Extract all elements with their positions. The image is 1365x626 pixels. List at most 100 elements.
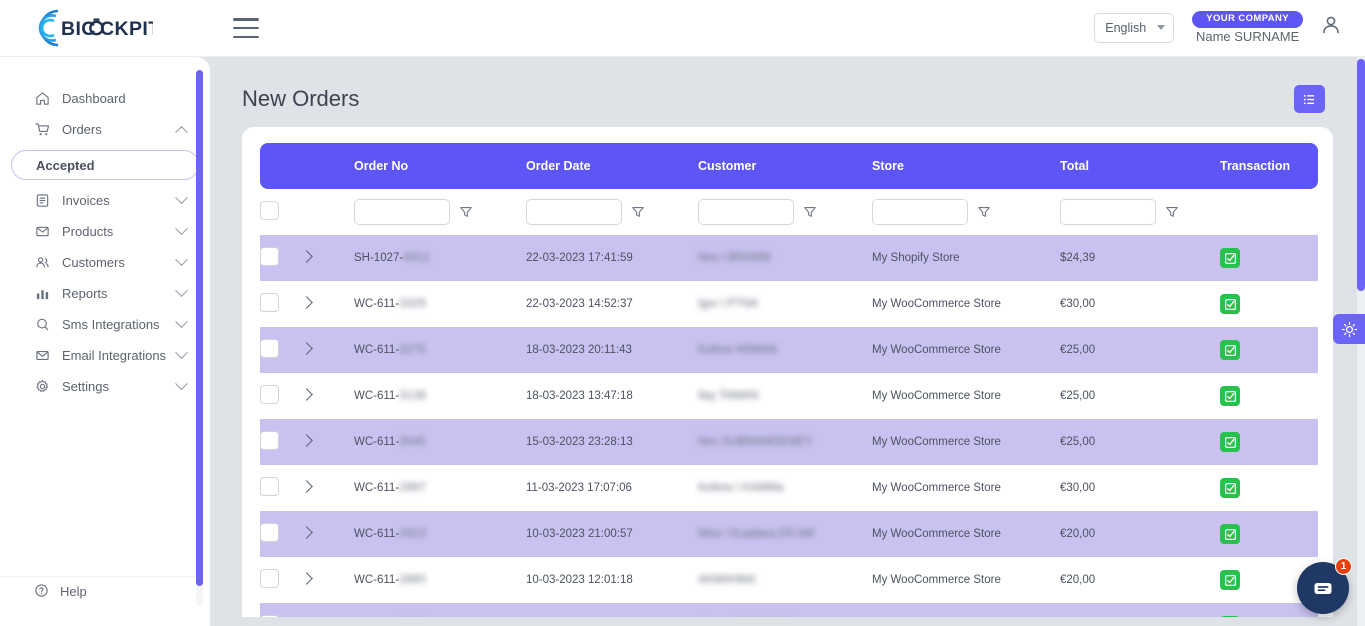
filter-store-input[interactable] [872,199,968,225]
chevron-right-icon[interactable] [300,296,313,309]
funnel-filter-icon[interactable] [977,205,991,219]
row-select-cell [260,557,302,603]
table-row[interactable]: WC-611-2913 10-03-2023 21:00:57 Mise I K… [260,511,1318,557]
header-transaction[interactable]: Transaction [1220,143,1318,189]
transaction-approved-icon[interactable] [1220,524,1240,544]
header-total[interactable]: Total [1060,143,1220,189]
table-row[interactable]: WC-611-2880 10-03-2023 12:01:18 AKMAHMd … [260,557,1318,603]
cell-order-no: WC-611-2997 [354,465,526,511]
row-checkbox[interactable] [260,247,279,266]
sidebar-item-customers[interactable]: Customers [12,247,198,278]
chevron-right-icon[interactable] [300,388,313,401]
row-checkbox[interactable] [260,385,279,404]
order-no-redacted: 4912 [403,252,430,264]
transaction-approved-icon[interactable] [1220,294,1240,314]
chevron-right-icon[interactable] [300,572,313,585]
transaction-approved-icon[interactable] [1220,386,1240,406]
sidebar-item-help[interactable]: Help [0,576,196,606]
app-logo[interactable]: BIC CKPIT [28,7,153,49]
row-checkbox[interactable] [260,569,279,588]
cell-customer: Nes SUBMAMDEMEY [698,419,872,465]
filter-order-date-cell [526,189,698,235]
chevron-down-icon [1157,25,1165,30]
funnel-filter-icon[interactable] [459,205,473,219]
order-no-prefix: WC-611- [354,436,399,448]
language-selector[interactable]: English [1094,13,1174,43]
sidebar-item-dashboard[interactable]: Dashboard [12,83,198,114]
filter-row [260,189,1318,235]
transaction-approved-icon[interactable] [1220,478,1240,498]
header-customer[interactable]: Customer [698,143,872,189]
sidebar-item-reports[interactable]: Reports [12,278,198,309]
table-row[interactable]: WC-611-2844 09-03-2023 13:37:55 Aman I T… [260,603,1318,617]
table-row[interactable]: WC-611-3329 22-03-2023 14:52:37 Igor I P… [260,281,1318,327]
chevron-right-icon[interactable] [300,480,313,493]
row-checkbox[interactable] [260,523,279,542]
hamburger-bar [233,18,259,21]
table-row[interactable]: WC-611-3275 18-03-2023 20:11:43 Kelime A… [260,327,1318,373]
sidebar-item-products[interactable]: Products [12,216,198,247]
cell-customer: Igor I PTNA [698,281,872,327]
sidebar-navigation: Dashboard Orders Accepted Invoices Produ… [0,57,210,626]
main-scrollbar-thumb[interactable] [1357,59,1365,291]
row-checkbox[interactable] [260,293,279,312]
order-no-prefix: WC-611- [354,528,399,540]
funnel-filter-icon[interactable] [803,205,817,219]
header-order-no[interactable]: Order No [354,143,526,189]
row-checkbox[interactable] [260,615,279,617]
people-icon [34,254,51,271]
header-store[interactable]: Store [872,143,1060,189]
row-checkbox[interactable] [260,339,279,358]
cell-total: €20,00 [1060,511,1220,557]
filter-order-date-input[interactable] [526,199,622,225]
filter-order-no-input[interactable] [354,199,450,225]
transaction-approved-icon[interactable] [1220,616,1240,617]
header-order-date[interactable]: Order Date [526,143,698,189]
svg-text:CKPIT: CKPIT [100,18,153,40]
order-no-prefix: WC-611- [354,298,399,310]
cell-store: My WooCommerce Store [872,557,1060,603]
sidebar-item-settings[interactable]: Settings [12,371,198,402]
transaction-approved-icon[interactable] [1220,340,1240,360]
chevron-right-icon[interactable] [300,342,313,355]
sidebar-item-sms-integrations[interactable]: Sms Integrations [12,309,198,340]
sidebar-item-email-integrations[interactable]: Email Integrations [12,340,198,371]
table-row[interactable]: WC-611-2997 11-03-2023 17:07:06 Kelime I… [260,465,1318,511]
select-all-checkbox[interactable] [260,201,279,220]
sidebar-subitem-accepted[interactable]: Accepted [11,150,199,180]
funnel-filter-icon[interactable] [631,205,645,219]
customer-redacted: Nes SUBMAMDEMEY [698,436,813,448]
sidebar-item-invoices[interactable]: Invoices [12,185,198,216]
orders-table: Order No Order Date Customer Store Total… [260,143,1318,617]
chevron-right-icon[interactable] [300,250,313,263]
theme-toggle-button[interactable] [1333,314,1365,344]
chevron-right-icon[interactable] [300,434,313,447]
row-checkbox[interactable] [260,477,279,496]
table-row[interactable]: WC-611-3045 15-03-2023 23:28:13 Nes SUBM… [260,419,1318,465]
user-account-icon[interactable] [1319,13,1343,42]
cell-customer: Aman I TAMAMDE [698,603,872,617]
chevron-right-icon[interactable] [300,526,313,539]
row-expand-cell [302,235,354,281]
chat-widget-button[interactable]: 1 [1297,562,1349,614]
transaction-approved-icon[interactable] [1220,570,1240,590]
table-row[interactable]: WC-611-3138 18-03-2023 13:47:18 Ilay TAM… [260,373,1318,419]
filter-total-input[interactable] [1060,199,1156,225]
filter-customer-input[interactable] [698,199,794,225]
funnel-filter-icon[interactable] [1165,205,1179,219]
transaction-approved-icon[interactable] [1220,432,1240,452]
hamburger-menu-icon[interactable] [233,18,259,38]
transaction-approved-icon[interactable] [1220,248,1240,268]
top-navigation-bar: BIC CKPIT English YOUR COMPANY Name SURN… [0,0,1365,57]
sidebar-item-list: Dashboard Orders Accepted Invoices Produ… [0,57,210,402]
table-row[interactable]: SH-1027-4912 22-03-2023 17:41:59 Nes I B… [260,235,1318,281]
order-no-redacted: 3275 [399,344,426,356]
row-checkbox[interactable] [260,431,279,450]
customer-redacted: Nes I BRAMM [698,252,771,264]
chevron-down-icon [175,222,188,235]
list-view-icon[interactable] [1294,85,1325,113]
cell-order-date: 18-03-2023 13:47:18 [526,373,698,419]
sidebar-item-orders[interactable]: Orders [12,114,198,145]
cell-total: €25,00 [1060,327,1220,373]
sidebar-item-label: Dashboard [62,91,186,106]
